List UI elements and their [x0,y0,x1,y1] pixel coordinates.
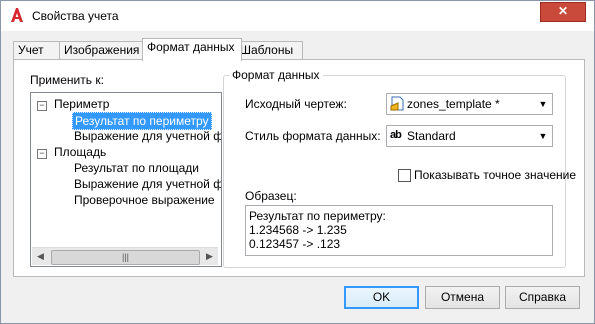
source-drawing-dropdown[interactable]: zones_template * ▼ [386,93,553,115]
sample-line: 1.234568 -> 1.235 [249,223,347,237]
scroll-thumb[interactable]: ||| [51,250,200,265]
tree-node-perimeter[interactable]: Периметр [54,96,109,112]
tree-node-area[interactable]: Площадь [54,144,106,160]
close-icon: ✕ [557,4,569,18]
help-button[interactable]: Справка [505,286,580,309]
window-title: Свойства учета [32,9,119,23]
drawing-file-icon [390,96,404,111]
source-drawing-value: zones_template * [407,97,500,111]
chevron-down-icon: ▼ [538,99,548,109]
sample-label: Образец: [245,189,297,203]
tree-node-area-expression[interactable]: Выражение для учетной ф [74,176,221,192]
show-exact-value-label: Показывать точное значение [414,168,577,182]
scroll-left-icon[interactable]: ◀ [32,248,49,265]
tab-data-format[interactable]: Формат данных [142,38,242,61]
text-style-icon: ab [390,129,402,141]
collapse-area-toggle[interactable]: − [37,149,47,159]
data-format-panel: Применить к: − Периметр Результат по пер… [13,59,585,277]
data-format-style-label: Стиль формата данных: [245,129,381,143]
chevron-down-icon: ▼ [538,131,548,141]
close-button[interactable]: ✕ [540,2,586,22]
properties-dialog: Свойства учета ✕ Учет Изображения Формат… [0,0,595,324]
data-format-style-dropdown[interactable]: ab Standard ▼ [386,125,553,147]
tab-images[interactable]: Изображения [59,41,147,60]
show-exact-value-checkbox[interactable] [398,169,411,182]
data-format-group: Формат данных Исходный чертеж: zones_tem… [223,68,576,268]
tree-node-perimeter-expression[interactable]: Выражение для учетной ф [74,128,221,144]
sample-line: 0.123457 -> .123 [249,237,341,251]
sample-line: Результат по периметру: [249,209,386,223]
tab-templates[interactable]: Шаблоны [235,41,303,60]
tree-horizontal-scrollbar[interactable]: ◀ ||| ▶ [32,247,218,265]
data-format-group-title: Формат данных [229,68,323,82]
data-format-style-value: Standard [407,129,456,143]
collapse-perimeter-toggle[interactable]: − [37,101,47,111]
title-bar: Свойства учета ✕ [1,1,594,31]
apply-to-label: Применить к: [30,73,104,87]
sample-preview: Результат по периметру: 1.234568 -> 1.23… [245,205,553,256]
tab-accounting[interactable]: Учет [13,41,61,60]
source-drawing-label: Исходный чертеж: [245,97,347,111]
ok-button[interactable]: OK [344,286,419,309]
tree-node-area-result[interactable]: Результат по площади [74,160,199,176]
scroll-right-icon[interactable]: ▶ [201,248,218,265]
tree-node-check-expression[interactable]: Проверочное выражение [74,192,215,208]
apply-to-tree[interactable]: − Периметр Результат по периметру Выраже… [30,92,222,267]
cancel-button[interactable]: Отмена [425,286,500,309]
autocad-logo-icon [11,8,23,22]
